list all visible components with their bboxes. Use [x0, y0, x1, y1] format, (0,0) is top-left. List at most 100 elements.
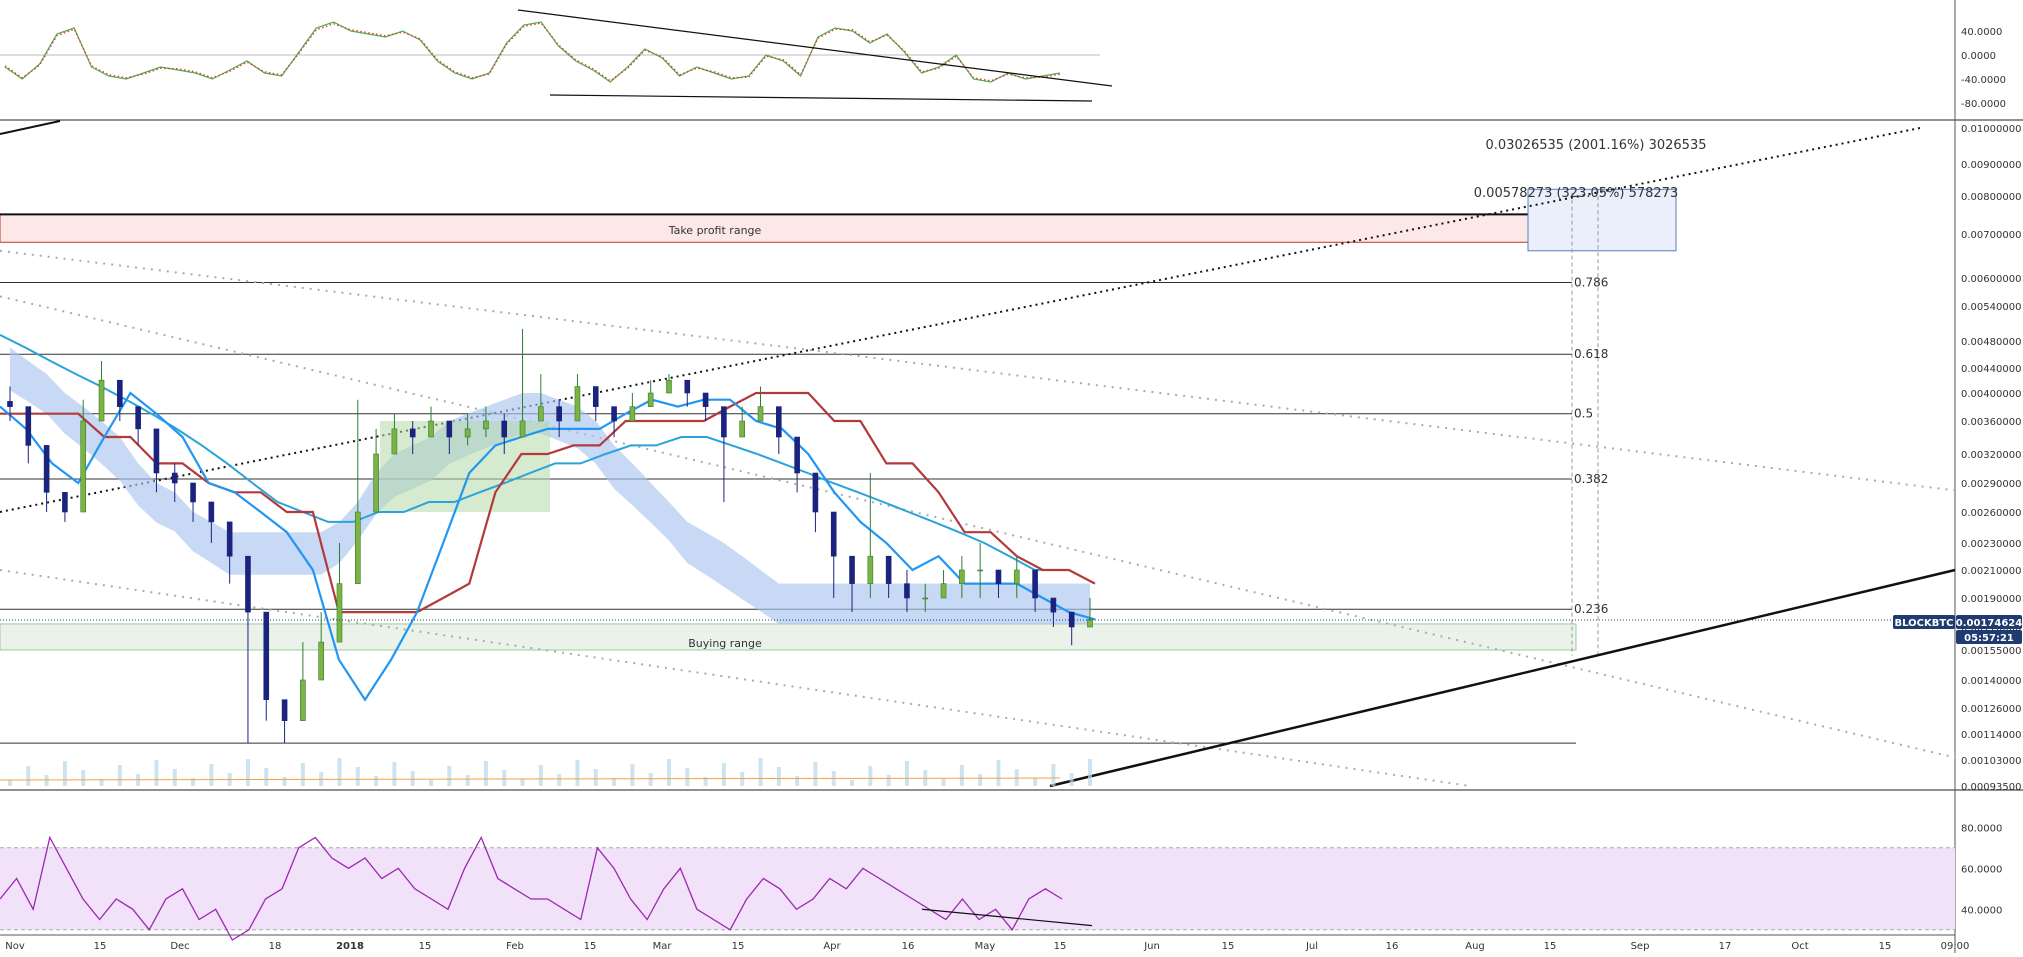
volume-bar: [1033, 778, 1038, 786]
price-tick-label: 0.00400000: [1961, 389, 2021, 400]
price-tick-label: 0.00800000: [1961, 192, 2021, 203]
volume-bar: [538, 765, 543, 786]
time-tick-label: Aug: [1465, 941, 1485, 952]
volume-bar: [685, 768, 690, 786]
price-tick-label: 0.00155000: [1961, 646, 2021, 657]
candle-body: [117, 379, 123, 407]
candle-body: [190, 482, 196, 503]
volume-bar: [374, 776, 379, 786]
volume-bar: [1069, 773, 1074, 786]
time-tick-label: 17: [1719, 941, 1732, 952]
time-tick-label: 15: [1222, 941, 1235, 952]
candle-body: [300, 679, 306, 721]
volume-bar: [282, 777, 287, 786]
volume-bar: [44, 775, 49, 786]
volume-bar: [465, 775, 470, 786]
volume-bar: [337, 758, 342, 786]
candle-body: [464, 428, 471, 438]
rsi-tick-label: 60.0000: [1961, 864, 2002, 875]
time-tick-label: 15: [1054, 941, 1067, 952]
candle-body: [1087, 619, 1093, 628]
price-tick-label: 0.00260000: [1961, 508, 2021, 519]
candle-body: [574, 386, 581, 422]
candle-body: [25, 406, 32, 446]
candle-body: [684, 379, 691, 394]
time-tick-label: 15: [94, 941, 107, 952]
candle-body: [538, 406, 544, 422]
candle-body: [776, 406, 782, 438]
rsi-tick-label: 80.0000: [1961, 823, 2002, 834]
candle-body: [153, 428, 160, 474]
volume-bar: [886, 775, 891, 786]
time-tick-label: 16: [1386, 941, 1399, 952]
volume-bar: [245, 759, 250, 786]
fib-level-label: 0.382: [1574, 472, 1608, 486]
candle-body: [702, 392, 709, 407]
time-tick-label: Nov: [5, 941, 25, 952]
candle-body: [428, 420, 434, 438]
price-tick-label: 0.00700000: [1961, 230, 2021, 241]
volume-bar: [172, 769, 177, 786]
take-profit-label: Take profit range: [668, 224, 762, 237]
candle-body: [208, 501, 215, 523]
price-tick-label: 0.00900000: [1961, 160, 2021, 171]
last-price-label: 0.00174624: [1956, 618, 2022, 629]
osc-tick-label: 0.0000: [1961, 51, 1996, 62]
volume-bar: [795, 776, 800, 786]
candle-body: [592, 386, 599, 407]
chart-canvas[interactable]: 40.0000 0.0000 -40.0000 -80.0000 0.786 0.618…: [0, 0, 2023, 953]
candle-body: [959, 569, 965, 584]
candle-body: [830, 511, 837, 557]
candle-body: [940, 583, 947, 599]
price-tick-label: 0.00440000: [1961, 364, 2021, 375]
osc-tick-label: 40.0000: [1961, 27, 2002, 38]
candle-body: [1013, 569, 1020, 584]
candle-body: [519, 420, 526, 438]
time-tick-label: 09:00: [1941, 941, 1970, 952]
candle-body: [995, 569, 1002, 584]
volume-bar: [813, 762, 818, 786]
volume-bar: [392, 762, 397, 786]
time-tick-label: 18: [269, 941, 282, 952]
candle-body: [666, 379, 672, 394]
candle-body: [263, 611, 270, 700]
price-tick-label: 0.00360000: [1961, 417, 2021, 428]
volume-bar: [483, 761, 488, 786]
volume-bar: [355, 767, 360, 786]
osc-tick-label: -80.0000: [1961, 99, 2006, 110]
volume-bar: [996, 760, 1001, 786]
price-tick-label: 0.01000000: [1961, 124, 2021, 135]
price-tick-label: 0.00290000: [1961, 479, 2021, 490]
price-tick-label: 0.00093500: [1961, 782, 2021, 793]
candle-body: [245, 555, 251, 613]
candle-body: [739, 420, 746, 438]
fib-level-label: 0.786: [1574, 275, 1608, 289]
price-tick-label: 0.00126000: [1961, 704, 2021, 715]
candle-body: [721, 406, 727, 438]
measure-lower-label: 0.00578273 (323.05%) 578273: [1474, 186, 1678, 201]
candle-body: [171, 472, 178, 484]
fib-level-label: 0.236: [1574, 602, 1608, 616]
candle-body: [977, 569, 983, 572]
time-tick-label: 15: [419, 941, 432, 952]
candle-body: [611, 406, 617, 422]
price-tick-label: 0.00230000: [1961, 539, 2021, 550]
candle-body: [483, 420, 489, 430]
trading-chart[interactable]: 40.0000 0.0000 -40.0000 -80.0000 0.786 0.618…: [0, 0, 2023, 953]
symbol-label: BLOCKBTC: [1894, 618, 1953, 629]
price-tick-label: 0.00140000: [1961, 676, 2021, 687]
candle-body: [226, 521, 233, 557]
volume-bar: [300, 763, 305, 786]
candle-body: [318, 641, 324, 681]
time-tick-label: Mar: [653, 941, 673, 952]
candle-body: [7, 401, 13, 407]
time-tick-label: Jul: [1305, 941, 1318, 952]
candle-body: [98, 379, 105, 422]
candle-body: [336, 583, 343, 643]
volume-bar: [648, 773, 653, 786]
buying-range-label: Buying range: [688, 637, 762, 650]
time-tick-label: Oct: [1791, 941, 1808, 952]
volume-bar: [941, 779, 946, 786]
candle-body: [373, 453, 379, 513]
osc-tick-label: -40.0000: [1961, 75, 2006, 86]
